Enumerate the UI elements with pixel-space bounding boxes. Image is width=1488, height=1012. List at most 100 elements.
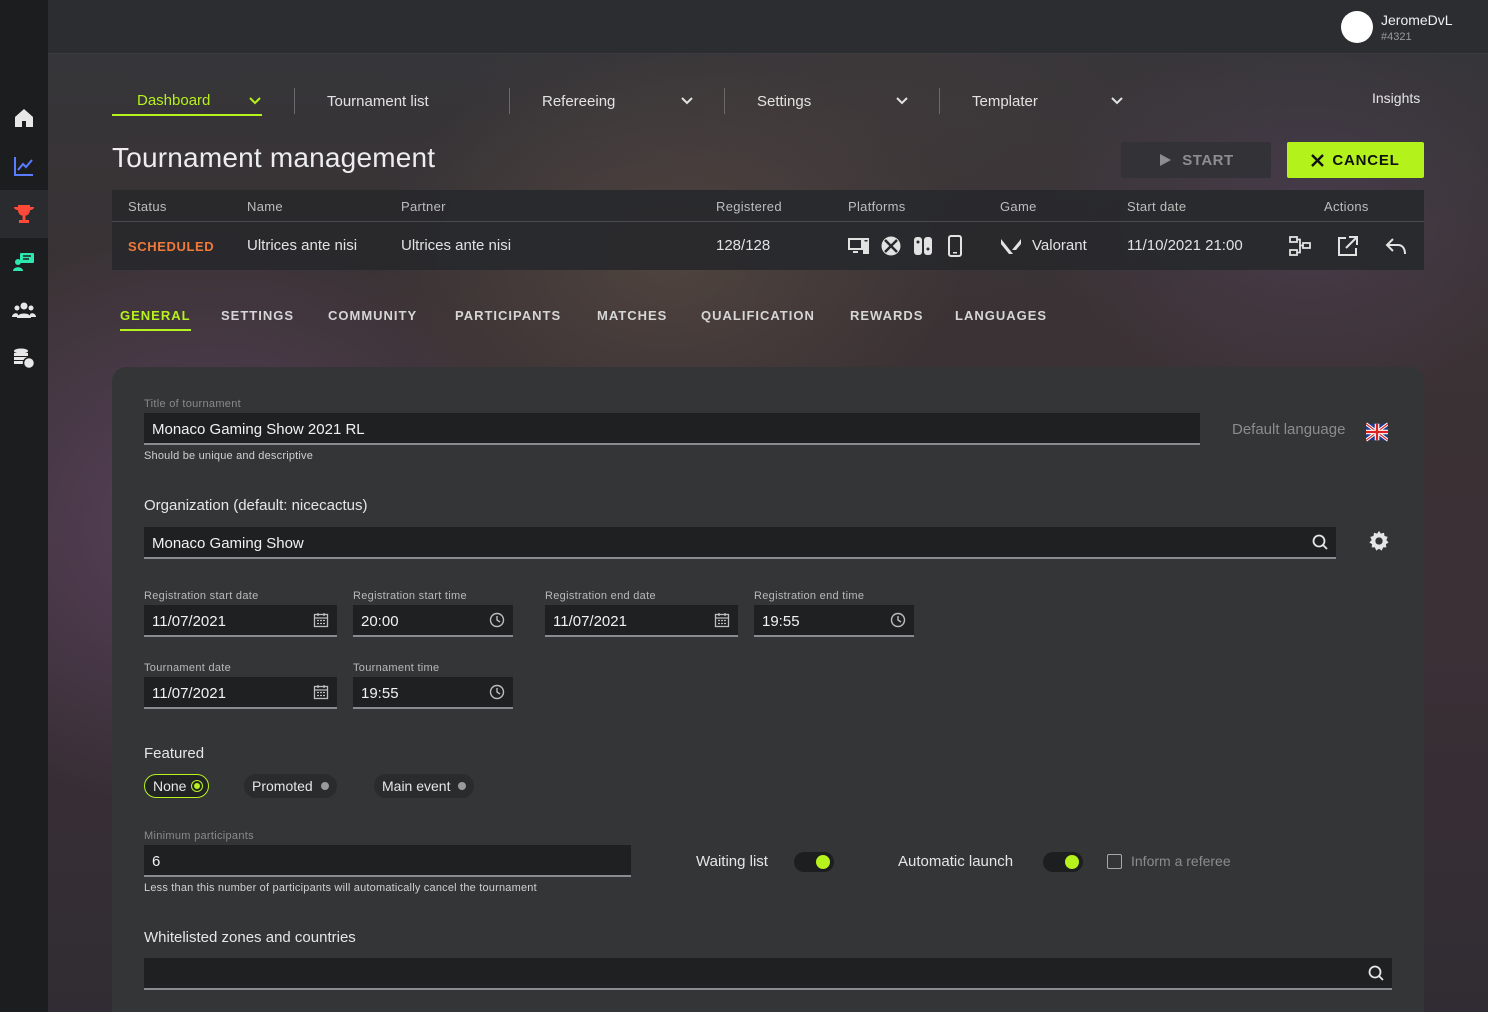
reg-end-time-input[interactable]: 19:55 (754, 605, 914, 637)
reg-end-time-label: Registration end time (754, 590, 865, 602)
default-language-label: Default language (1232, 421, 1346, 438)
tab-languages[interactable]: LANGUAGES (955, 308, 1047, 323)
nav-refereeing[interactable]: Refereeing (542, 86, 694, 116)
cancel-button[interactable]: CANCEL (1287, 142, 1424, 178)
organization-input[interactable]: Monaco Gaming Show (144, 527, 1336, 559)
undo-icon[interactable] (1385, 235, 1407, 257)
nav-insights[interactable]: Insights (1372, 90, 1420, 106)
sidebar-item-analytics[interactable] (0, 142, 48, 190)
registered-count: 128/128 (716, 237, 771, 254)
start-button[interactable]: START (1121, 142, 1271, 178)
toggle-knob (1065, 855, 1079, 869)
column-header: Partner (401, 199, 446, 214)
toggle-knob (816, 855, 830, 869)
tab-general[interactable]: GENERAL (120, 308, 191, 331)
sidebar-item-finance[interactable] (0, 334, 48, 382)
column-header: Platforms (848, 199, 906, 214)
clock-icon[interactable] (489, 684, 505, 700)
chevron-down-icon (1111, 97, 1123, 105)
nav-dashboard[interactable]: Dashboard (112, 86, 262, 116)
xbox-icon (880, 235, 902, 257)
nav-templater[interactable]: Templater (972, 86, 1124, 116)
sidebar-item-referee[interactable] (0, 238, 48, 286)
chevron-down-icon (896, 97, 908, 105)
tab-rewards[interactable]: REWARDS (850, 308, 923, 323)
start-date: 11/10/2021 21:00 (1127, 237, 1243, 254)
reg-end-date-label: Registration end date (545, 590, 656, 602)
referee-icon (13, 253, 34, 271)
search-icon[interactable] (1368, 965, 1384, 981)
close-icon (1311, 153, 1325, 167)
organization-label: Organization (default: nicecactus) (144, 497, 368, 514)
user-tag: #4321 (1381, 31, 1412, 43)
tab-settings[interactable]: SETTINGS (221, 308, 294, 323)
reg-start-date-value: 11/07/2021 (152, 613, 226, 630)
calendar-icon[interactable] (714, 612, 730, 628)
reg-start-time-value: 20:00 (361, 613, 399, 630)
column-header: Game (1000, 199, 1037, 214)
search-icon[interactable] (1312, 534, 1328, 550)
min-participants-label: Minimum participants (144, 830, 254, 842)
tab-community[interactable]: COMMUNITY (328, 308, 417, 323)
sidebar-item-home[interactable] (0, 94, 48, 142)
tournament-time-label: Tournament time (353, 662, 440, 674)
cancel-button-label: CANCEL (1332, 151, 1400, 169)
nav-divider (939, 88, 940, 114)
waiting-list-label: Waiting list (696, 853, 768, 870)
column-header: Status (128, 199, 167, 214)
tournament-summary-table: Status Name Partner Registered Platforms… (112, 190, 1424, 270)
featured-option-promoted[interactable]: Promoted (244, 774, 337, 798)
partner-name: Ultrices ante nisi (401, 237, 512, 254)
featured-option-main-event[interactable]: Main event (374, 774, 475, 798)
featured-option-none[interactable]: None (144, 774, 210, 798)
featured-option-label: Main event (382, 778, 451, 794)
bracket-icon[interactable] (1289, 235, 1311, 257)
play-icon (1160, 154, 1172, 166)
clock-icon[interactable] (489, 612, 505, 628)
calendar-icon[interactable] (313, 612, 329, 628)
title-label: Title of tournament (144, 398, 242, 410)
min-participants-input[interactable]: 6 (144, 845, 631, 877)
reg-end-date-input[interactable]: 11/07/2021 (545, 605, 738, 637)
sidebar-item-users[interactable] (0, 286, 48, 334)
reg-start-time-input[interactable]: 20:00 (353, 605, 513, 637)
tab-matches[interactable]: MATCHES (597, 308, 667, 323)
radio-dot (194, 783, 201, 789)
inform-referee-checkbox[interactable] (1107, 854, 1122, 869)
automatic-launch-toggle[interactable] (1043, 852, 1083, 872)
title-input[interactable]: Monaco Gaming Show 2021 RL (144, 413, 1200, 445)
column-header: Registered (716, 199, 782, 214)
tab-qualification[interactable]: QUALIFICATION (701, 308, 815, 323)
trophy-icon (14, 205, 34, 223)
nav-settings[interactable]: Settings (757, 86, 909, 116)
nav-refereeing-label: Refereeing (542, 92, 616, 110)
tournament-time-input[interactable]: 19:55 (353, 677, 513, 709)
whitelist-input[interactable] (144, 958, 1392, 990)
whitelist-label: Whitelisted zones and countries (144, 929, 356, 946)
reg-start-date-input[interactable]: 11/07/2021 (144, 605, 337, 637)
column-header: Start date (1127, 199, 1187, 214)
tournament-date-input[interactable]: 11/07/2021 (144, 677, 337, 709)
external-link-icon[interactable] (1337, 235, 1359, 257)
header-divider (112, 221, 1424, 222)
avatar[interactable] (1341, 11, 1373, 43)
chevron-down-icon (681, 97, 693, 105)
start-button-label: START (1182, 151, 1234, 169)
gear-icon[interactable] (1368, 530, 1390, 552)
calendar-icon[interactable] (313, 684, 329, 700)
tab-participants[interactable]: PARTICIPANTS (455, 308, 561, 323)
clock-icon[interactable] (890, 612, 906, 628)
reg-end-date-value: 11/07/2021 (553, 613, 627, 630)
mobile-icon (944, 235, 966, 257)
nav-templater-label: Templater (972, 92, 1038, 110)
game-name: Valorant (1032, 237, 1087, 254)
top-bar: JeromeDvL #4321 (48, 0, 1488, 54)
chart-icon (14, 157, 33, 176)
tournament-date-value: 11/07/2021 (152, 685, 226, 702)
nav-tournament-list-label: Tournament list (327, 92, 429, 110)
nav-tournament-list[interactable]: Tournament list (327, 86, 507, 116)
waiting-list-toggle[interactable] (794, 852, 834, 872)
sidebar-item-tournaments[interactable] (0, 190, 48, 238)
featured-option-label: Promoted (252, 778, 313, 794)
uk-flag-icon[interactable] (1366, 421, 1388, 443)
